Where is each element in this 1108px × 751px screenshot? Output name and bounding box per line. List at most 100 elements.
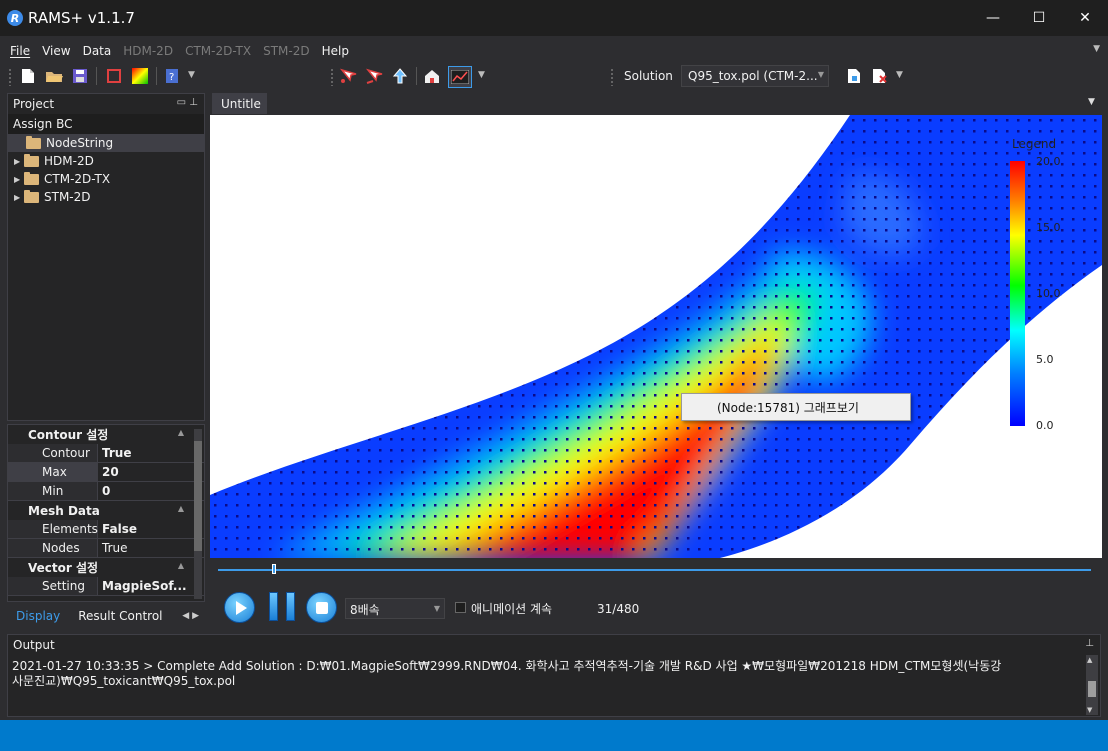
scrollbar-thumb[interactable] — [194, 441, 202, 551]
pause-icon — [269, 592, 278, 621]
legend-tick-10: 10.0 — [1036, 287, 1061, 300]
tab-untitle[interactable]: Untitle — [212, 93, 267, 114]
tree-item-nodestring[interactable]: NodeString — [8, 134, 204, 152]
legend-color-bar — [1010, 161, 1025, 426]
solution-label: Solution — [624, 69, 673, 83]
pointer-tool-icon[interactable] — [390, 66, 410, 86]
graph-view-icon[interactable] — [448, 66, 472, 88]
add-document-icon[interactable] — [844, 66, 864, 86]
menu-help[interactable]: Help — [316, 44, 355, 58]
node-select-tool-icon[interactable] — [338, 66, 358, 86]
menu-stm-2d[interactable]: STM-2D — [257, 44, 316, 58]
legend-tick-20: 20.0 — [1036, 155, 1061, 168]
stop-icon — [315, 601, 328, 614]
toolbar-overflow-icon[interactable]: ▼ — [188, 70, 195, 80]
scroll-down-icon[interactable]: ▼ — [1087, 706, 1092, 714]
menu-data[interactable]: Data — [77, 44, 118, 58]
legend-tick-0: 0.0 — [1036, 419, 1054, 432]
toolbar-overflow-icon[interactable]: ▼ — [896, 70, 903, 80]
frame-select-icon[interactable] — [104, 66, 124, 86]
folder-icon — [24, 153, 39, 167]
minimize-button[interactable]: — — [970, 0, 1016, 36]
element-select-tool-icon[interactable] — [364, 66, 384, 86]
left-bottom-tabs: Display Result Control ◀ ▶ — [7, 604, 205, 628]
output-log: 2021-01-27 10:33:35 > Complete Add Solut… — [12, 659, 1002, 688]
collapse-icon[interactable]: ▲ — [178, 428, 184, 437]
time-slider[interactable] — [218, 569, 1091, 571]
expand-arrow-icon[interactable]: ▶ — [14, 157, 24, 166]
menu-file[interactable]: File — [4, 44, 36, 58]
pin-icon[interactable]: ▭ ⊥ — [177, 97, 198, 108]
prop-row-nodes[interactable]: Nodes True — [8, 539, 204, 558]
expand-arrow-icon[interactable]: ▶ — [14, 193, 24, 202]
contour-map[interactable] — [210, 115, 1102, 558]
project-panel: Project ▭ ⊥ Assign BC NodeString ▶ HDM-2… — [7, 93, 205, 421]
tree-item-stm-2d[interactable]: ▶ STM-2D — [8, 188, 204, 206]
toolbar-grip[interactable] — [8, 68, 12, 86]
chevron-down-icon: ▼ — [433, 604, 440, 613]
close-button[interactable]: ✕ — [1062, 0, 1108, 36]
open-folder-icon[interactable] — [44, 66, 64, 86]
play-icon — [235, 600, 247, 615]
map-viewport[interactable]: Legend 20.0 15.0 10.0 5.0 0.0 — [210, 115, 1102, 558]
toolbar-grip[interactable] — [330, 68, 334, 86]
output-header: Output ⊥ — [13, 638, 1094, 652]
scrollbar-thumb[interactable] — [1088, 681, 1096, 697]
maximize-button[interactable]: ☐ — [1016, 0, 1062, 36]
status-bar — [0, 720, 1108, 751]
prop-category-mesh[interactable]: Mesh Data ▲ — [8, 501, 204, 520]
legend-tick-15: 15.0 — [1036, 221, 1061, 234]
prop-row-setting[interactable]: Setting MagpieSof... — [8, 577, 204, 596]
pin-icon[interactable]: ⊥ — [1085, 638, 1094, 649]
menu-view[interactable]: View — [36, 44, 76, 58]
menu-ctm-2d-tx[interactable]: CTM-2D-TX — [179, 44, 257, 58]
play-button[interactable] — [224, 592, 255, 623]
output-scrollbar[interactable]: ▲ ▼ — [1086, 655, 1098, 715]
time-slider-thumb[interactable] — [272, 564, 277, 574]
context-menu-graph-view[interactable]: (Node:15781) 그래프보기 — [681, 393, 911, 421]
app-title: RAMS+ v1.1.7 — [28, 9, 135, 27]
toolbar-overflow-icon[interactable]: ▼ — [478, 70, 485, 80]
expand-arrow-icon[interactable]: ▶ — [14, 175, 24, 184]
folder-icon — [24, 171, 39, 185]
home-view-icon[interactable] — [422, 66, 442, 86]
pause-button[interactable] — [269, 592, 295, 623]
property-scrollbar[interactable] — [194, 429, 202, 599]
prop-row-min[interactable]: Min 0 — [8, 482, 204, 501]
prop-row-max[interactable]: Max 20 — [8, 463, 204, 482]
frame-counter: 31/480 — [597, 602, 640, 616]
scroll-up-icon[interactable]: ▲ — [1087, 656, 1092, 664]
prop-row-contour[interactable]: Contour True — [8, 444, 204, 463]
output-panel: Output ⊥ 2021-01-27 10:33:35 > Complete … — [7, 634, 1101, 717]
menu-overflow-icon[interactable]: ▼ — [1093, 44, 1100, 54]
tree-item-ctm-2d-tx[interactable]: ▶ CTM-2D-TX — [8, 170, 204, 188]
tree-item-hdm-2d[interactable]: ▶ HDM-2D — [8, 152, 204, 170]
prop-category-contour[interactable]: Contour 설정 ▲ — [8, 425, 204, 444]
collapse-icon[interactable]: ▲ — [178, 504, 184, 513]
save-icon[interactable] — [70, 66, 90, 86]
collapse-icon[interactable]: ▲ — [178, 561, 184, 570]
prop-category-vector[interactable]: Vector 설정 ▲ — [8, 558, 204, 577]
main-toolbar: ? ▼ ▼ Solution Q95_tox.pol (CTM-2... ▼ ▼ — [4, 64, 1104, 90]
help-book-icon[interactable]: ? — [162, 66, 182, 86]
tab-scroll-arrows-icon[interactable]: ◀ ▶ — [182, 611, 205, 621]
solution-select[interactable]: Q95_tox.pol (CTM-2... ▼ — [681, 65, 829, 87]
prop-row-elements[interactable]: Elements False — [8, 520, 204, 539]
menu-bar: File View Data HDM-2D CTM-2D-TX STM-2D H… — [4, 40, 1104, 61]
stop-button[interactable] — [306, 592, 337, 623]
tab-result-control[interactable]: Result Control — [69, 605, 171, 627]
folder-icon — [24, 189, 39, 203]
speed-select[interactable]: 8배속 ▼ — [345, 598, 445, 619]
continue-animation-checkbox[interactable] — [455, 602, 466, 613]
tab-display[interactable]: Display — [7, 605, 69, 627]
menu-hdm-2d[interactable]: HDM-2D — [117, 44, 179, 58]
document-list-icon[interactable]: ▼ — [1088, 97, 1095, 107]
chevron-down-icon: ▼ — [817, 70, 824, 79]
toolbar-grip[interactable] — [610, 68, 614, 86]
assign-bc-label: Assign BC — [8, 114, 204, 134]
new-file-icon[interactable] — [18, 66, 38, 86]
color-palette-icon[interactable] — [130, 66, 150, 86]
svg-text:?: ? — [169, 72, 174, 83]
animation-panel: 8배속 ▼ 애니메이션 계속 31/480 — [210, 558, 1102, 628]
delete-document-icon[interactable] — [870, 66, 890, 86]
